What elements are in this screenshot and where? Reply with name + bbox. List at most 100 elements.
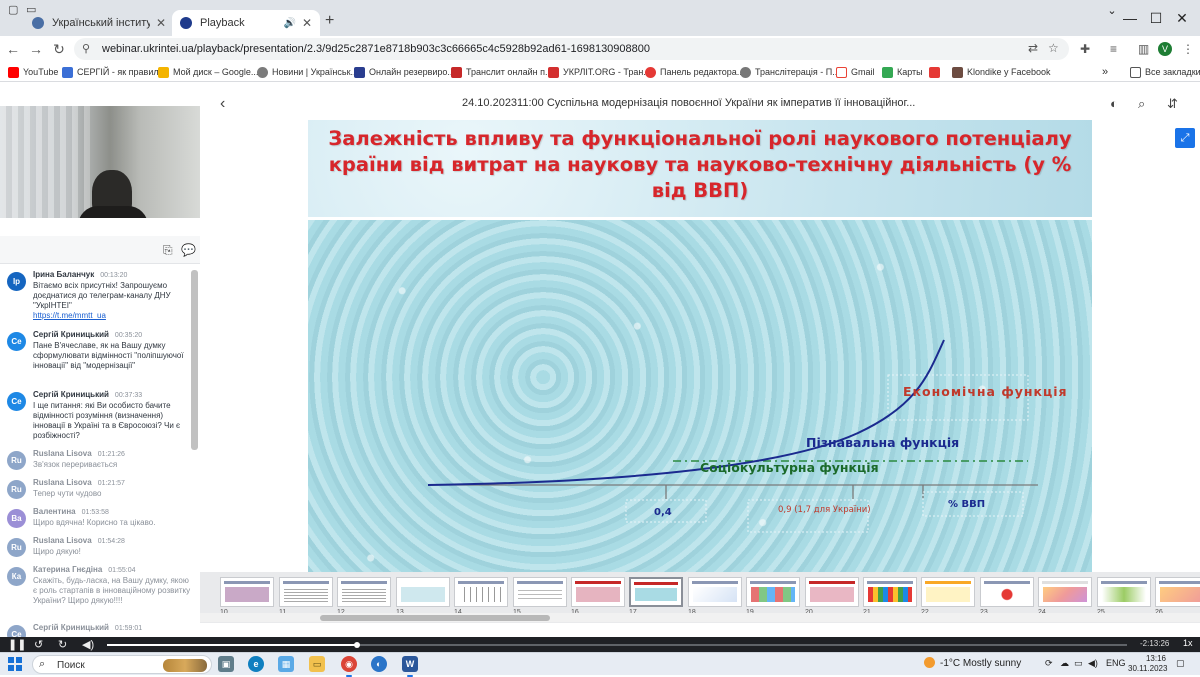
- more-bookmarks-icon[interactable]: »: [1102, 65, 1108, 79]
- slide-thumbnail[interactable]: [396, 577, 450, 607]
- page-icon: [451, 66, 462, 78]
- playback-speed[interactable]: 1x: [1183, 638, 1193, 648]
- avatar: Се: [7, 392, 26, 411]
- bookmark-item[interactable]: Панель редактора...: [645, 65, 744, 79]
- webcam-video[interactable]: [0, 106, 200, 218]
- bookmark-item[interactable]: СЕРГІЙ - як правил...: [62, 65, 166, 79]
- bookmark-item[interactable]: [929, 65, 944, 79]
- message-time: 01:53:58: [81, 509, 109, 516]
- rewind-icon[interactable]: ↺: [34, 638, 43, 651]
- maps-icon: [882, 66, 893, 78]
- slide-thumbnail[interactable]: [1097, 577, 1151, 607]
- slide-thumbnail[interactable]: [571, 577, 625, 607]
- chrome-icon[interactable]: ◉: [341, 656, 357, 677]
- slide-thumbnail[interactable]: [513, 577, 567, 607]
- slide-thumbnail[interactable]: [337, 577, 391, 607]
- audio-playing-icon[interactable]: 🔊: [283, 18, 295, 29]
- taskbar-search[interactable]: ⌕ Поиск: [32, 655, 212, 674]
- bookmark-gmail[interactable]: Gmail: [836, 65, 875, 79]
- store-icon[interactable]: ▦: [278, 656, 294, 672]
- slide-thumbnail[interactable]: [1155, 577, 1200, 607]
- pause-icon[interactable]: ❚❚: [8, 638, 26, 651]
- task-view-icon[interactable]: ▣: [218, 656, 234, 672]
- back-chevron-icon[interactable]: ‹: [220, 95, 225, 113]
- progress-handle[interactable]: [353, 642, 360, 648]
- weather-widget[interactable]: -1°C Mostly sunny: [924, 657, 1021, 669]
- new-tab-icon[interactable]: +: [325, 12, 334, 30]
- edge-icon[interactable]: e: [248, 656, 264, 672]
- window-menu-icon[interactable]: ▢: [8, 3, 22, 16]
- cloud-icon[interactable]: ☁: [1060, 658, 1069, 669]
- bookmark-item[interactable]: Мой диск – Google...: [158, 65, 258, 79]
- file-explorer-icon[interactable]: ▭: [309, 656, 325, 672]
- bookmark-item[interactable]: Транслит онлайн п...: [451, 65, 552, 79]
- progress-bar[interactable]: [107, 642, 1127, 648]
- slide-thumbnail[interactable]: [688, 577, 742, 607]
- bookmark-maps[interactable]: Карты: [882, 65, 923, 79]
- slide-thumbnail[interactable]: [863, 577, 917, 607]
- bookmark-star-icon[interactable]: ☆: [1048, 41, 1059, 55]
- extensions-icon[interactable]: ✚: [1080, 42, 1090, 56]
- reading-list-icon[interactable]: ≡: [1110, 42, 1117, 56]
- slide-thumbnail[interactable]: [805, 577, 859, 607]
- tab-ukrintei[interactable]: Український інститут науково ✕: [24, 10, 174, 36]
- bookmark-youtube[interactable]: YouTube: [8, 65, 58, 79]
- profile-avatar[interactable]: V: [1158, 42, 1172, 56]
- all-bookmarks-folder[interactable]: Все закладки: [1130, 65, 1200, 79]
- address-bar[interactable]: ⚲ webinar.ukrintei.ua/playback/presentat…: [74, 38, 1069, 60]
- thumbnail-scrollbar[interactable]: [200, 613, 1200, 622]
- forward-skip-icon[interactable]: ↻: [58, 638, 67, 651]
- thumbnail-scroll-thumb[interactable]: [320, 615, 550, 621]
- volume-icon[interactable]: ◀): [82, 638, 94, 651]
- chat-panel[interactable]: Ір Ірина Баланчук 00:13:20 Вітаємо всіх п…: [0, 264, 200, 637]
- bookmark-klondike[interactable]: Klondike у Facebook: [952, 65, 1051, 79]
- app-icon[interactable]: ◐: [371, 656, 387, 672]
- slide-thumbnail[interactable]: [921, 577, 975, 607]
- site-info-icon[interactable]: ⚲: [82, 42, 90, 55]
- back-icon[interactable]: ←: [4, 41, 22, 57]
- chat-toolbar: ⎘ 💬: [0, 236, 200, 264]
- update-icon[interactable]: ⟳: [1045, 658, 1053, 669]
- slide-thumbnail-active[interactable]: [629, 577, 683, 607]
- notifications-icon[interactable]: ▢: [1176, 658, 1185, 669]
- system-clock[interactable]: 13:16 30.11.2023: [1128, 654, 1167, 674]
- maximize-icon[interactable]: ☐: [1144, 10, 1168, 27]
- forward-icon[interactable]: →: [27, 41, 45, 57]
- telegram-link[interactable]: https://t.me/mmtt_ua: [33, 311, 106, 320]
- chat-toggle-icon[interactable]: 💬: [181, 243, 196, 257]
- slide-thumbnail[interactable]: [980, 577, 1034, 607]
- slide-thumbnail[interactable]: [279, 577, 333, 607]
- swap-layout-icon[interactable]: ⇵: [1167, 96, 1178, 112]
- theme-toggle-icon[interactable]: ◐: [1110, 96, 1118, 111]
- translate-icon[interactable]: ⇄: [1028, 41, 1038, 55]
- windows-start-icon[interactable]: [8, 657, 22, 671]
- network-icon[interactable]: ▭: [1074, 658, 1083, 669]
- slide-thumbnail[interactable]: [746, 577, 800, 607]
- bookmark-item[interactable]: Новини | Українськ...: [257, 65, 358, 79]
- slide-thumbnail[interactable]: [454, 577, 508, 607]
- bookmark-item[interactable]: Онлайн резервиро...: [354, 65, 455, 79]
- chrome-menu-icon[interactable]: ⋮: [1182, 42, 1194, 56]
- chat-message: Се Сергій Криницький 00:37:33 І ще питанн…: [7, 390, 187, 445]
- close-tab-icon[interactable]: ✕: [156, 16, 166, 30]
- slide-thumbnail[interactable]: [220, 577, 274, 607]
- word-icon[interactable]: W: [402, 656, 418, 677]
- side-panel-icon[interactable]: ▥: [1138, 42, 1149, 56]
- minimize-icon[interactable]: —: [1118, 10, 1142, 26]
- search-icon[interactable]: ⌕: [1138, 96, 1145, 112]
- bookmark-item[interactable]: УКРЛІТ.ORG - Тран...: [548, 65, 651, 79]
- slide-thumbnail[interactable]: [1038, 577, 1092, 607]
- tick-label-0-4: 0,4: [654, 507, 672, 518]
- tab-playback[interactable]: Playback 🔊 ✕: [172, 10, 320, 36]
- close-tab-icon[interactable]: ✕: [302, 16, 312, 30]
- speaker-icon[interactable]: ◀): [1088, 658, 1098, 669]
- reload-icon[interactable]: ↻: [50, 41, 68, 58]
- close-window-icon[interactable]: ✕: [1170, 10, 1194, 27]
- chat-scrollbar[interactable]: [191, 270, 198, 450]
- bookmark-item[interactable]: Транслітерація - П...: [740, 65, 840, 79]
- copy-chat-icon[interactable]: ⎘: [163, 243, 173, 258]
- fullscreen-icon[interactable]: ⤢: [1175, 128, 1195, 148]
- url-text[interactable]: webinar.ukrintei.ua/playback/presentatio…: [102, 43, 650, 55]
- keyboard-language[interactable]: ENG: [1106, 658, 1126, 668]
- author-name: Ruslana Lisova: [33, 449, 92, 458]
